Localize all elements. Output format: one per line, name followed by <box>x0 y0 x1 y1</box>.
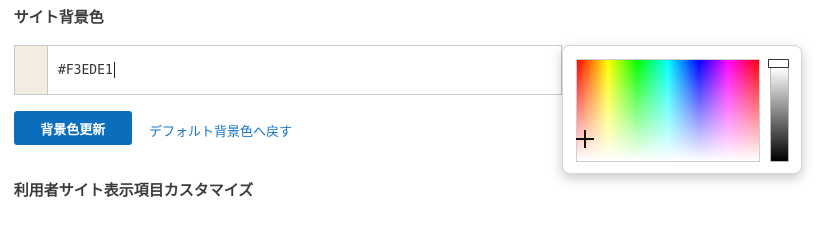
hue-saturation-area[interactable] <box>576 59 760 162</box>
bg-color-field[interactable]: #F3EDE1 <box>14 45 562 95</box>
update-bg-color-button[interactable]: 背景色更新 <box>14 111 132 145</box>
color-picker-popup <box>562 45 802 174</box>
text-caret <box>113 62 115 78</box>
lightness-slider[interactable] <box>770 67 789 162</box>
section-title-display-customize: 利用者サイト表示項目カスタマイズ <box>14 181 254 199</box>
section-title-site-bg-color: サイト背景色 <box>14 8 105 26</box>
lightness-slider-handle[interactable] <box>768 59 789 68</box>
crosshair-icon[interactable] <box>576 130 594 148</box>
color-hex-input[interactable]: #F3EDE1 <box>48 46 561 94</box>
page: サイト背景色 #F3EDE1 背景色更新 デフォルト背景色へ戻す 利用者サイト表… <box>0 0 828 211</box>
color-hex-value: #F3EDE1 <box>58 62 113 78</box>
color-swatch[interactable] <box>15 46 48 94</box>
reset-default-bg-link[interactable]: デフォルト背景色へ戻す <box>149 121 292 140</box>
